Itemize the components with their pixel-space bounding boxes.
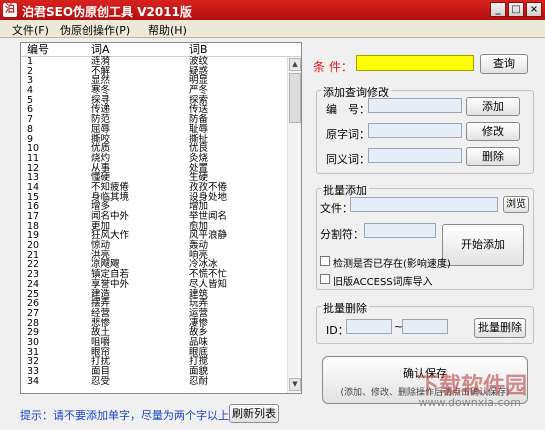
maximize-button[interactable]: □ (508, 2, 524, 17)
id-input[interactable] (368, 98, 462, 113)
table-row[interactable]: 21 洪亮 响亮 (21, 251, 301, 261)
batch-delete-button[interactable]: 批量删除 (474, 318, 526, 338)
tip-text: 提示：请不要添加单字，尽量为两个字以上。 (20, 409, 240, 422)
refresh-list-button[interactable]: 刷新列表 (229, 404, 279, 423)
orig-word-input[interactable] (368, 123, 462, 138)
separator-label: 分割符： (320, 228, 364, 241)
menu-help[interactable]: 帮助(H) (148, 22, 187, 38)
table-row[interactable]: 1 涟漪 波纹 (21, 57, 301, 67)
close-button[interactable]: × (526, 2, 542, 17)
scroll-thumb[interactable] (289, 73, 301, 123)
table-row[interactable]: 18 更加 愈加 (21, 221, 301, 232)
header-word-a[interactable]: 词A (91, 43, 110, 57)
watermark-url: www.downxia.com (418, 396, 521, 409)
table-row[interactable]: 9 撕咬 撕扯 (21, 134, 301, 145)
old-access-checkbox[interactable] (320, 274, 330, 284)
title-bar: 泊 泊君SEO伪原创工具 V2011版 _ □ × (0, 0, 545, 20)
old-access-label: 旧版ACCESS词库导入 (333, 277, 433, 288)
table-row[interactable]: 7 防范 防备 (21, 115, 301, 125)
cell-word-b: 忍耐 (189, 375, 209, 387)
table-row[interactable]: 26 摆弄 玩弄 (21, 299, 301, 309)
cell-word-a: 忍受 (91, 375, 111, 387)
start-add-button[interactable]: 开始添加 (442, 224, 524, 266)
table-row[interactable]: 31 眼帘 眼底 (21, 347, 301, 358)
table-row[interactable]: 27 经营 运营 (21, 309, 301, 319)
app-icon: 泊 (3, 3, 17, 17)
cell-id: 34 (27, 375, 40, 387)
table-row[interactable]: 19 狂风大作 风平浪静 (21, 231, 301, 241)
synonym-label: 同义词： (326, 153, 370, 166)
file-input[interactable] (350, 197, 498, 212)
list-rows: 1 涟漪 波纹 2 不解 疑惑 3 显然 明显 4 寒冬 严冬 5 探寻 探索 6 传递 传送 7 防范 防备 8 屈辱 耻辱… (21, 57, 301, 386)
minimize-button[interactable]: _ (490, 2, 506, 17)
table-row[interactable]: 15 身临其境 设身处地 (21, 192, 301, 203)
table-row[interactable]: 29 故土 故乡 (21, 328, 301, 338)
check-exists-label: 检测是否已存在(影响速度) (333, 259, 451, 270)
batch-add-title: 批量添加 (321, 182, 369, 198)
edit-button[interactable]: 修改 (466, 122, 520, 141)
list-scrollbar[interactable]: ▲ ▼ (287, 57, 301, 393)
list-header: 编号 词A 词B (21, 43, 301, 57)
table-row[interactable]: 12 从事 处置 (21, 163, 301, 174)
menu-pseudo-original[interactable]: 伪原创操作(P) (60, 22, 130, 38)
menu-file[interactable]: 文件(F) (12, 22, 49, 38)
table-row[interactable]: 3 显然 明显 (21, 76, 301, 86)
condition-input[interactable] (356, 55, 474, 71)
word-list[interactable]: 编号 词A 词B 1 涟漪 波纹 2 不解 疑惑 3 显然 明显 4 寒冬 严冬 5 探寻 探索 6 传递 传送 7… (20, 42, 302, 394)
table-row[interactable]: 16 增多 增加 (21, 202, 301, 212)
table-row[interactable]: 2 不解 疑惑 (21, 66, 301, 77)
table-row[interactable]: 20 惊动 轰动 (21, 241, 301, 251)
table-row[interactable]: 6 传递 传送 (21, 105, 301, 115)
table-row[interactable]: 24 享誉中外 尽人皆知 (21, 280, 301, 290)
table-row[interactable]: 33 面目 面貌 (21, 367, 301, 377)
table-row[interactable]: 28 悲惨 凄惨 (21, 318, 301, 329)
window-title: 泊君SEO伪原创工具 V2011版 (22, 5, 192, 19)
condition-label: 条 件： (313, 60, 353, 74)
table-row[interactable]: 23 镇定自若 不慌不忙 (21, 270, 301, 280)
table-row[interactable]: 25 建造 建筑 (21, 289, 301, 300)
synonym-input[interactable] (368, 148, 462, 163)
browse-button[interactable]: 浏览 (503, 196, 529, 213)
menu-bar: 文件(F) 伪原创操作(P) 帮助(H) (0, 20, 545, 38)
table-row[interactable]: 13 懂硬 生硬 (21, 173, 301, 183)
delete-id-from-input[interactable] (346, 319, 392, 334)
table-row[interactable]: 17 闻名中外 举世闻名 (21, 212, 301, 222)
table-row[interactable]: 22 凉飕飕 冷冰冰 (21, 260, 301, 270)
delete-button[interactable]: 删除 (466, 147, 520, 166)
add-button[interactable]: 添加 (466, 97, 520, 116)
table-row[interactable]: 8 屈辱 耻辱 (21, 125, 301, 135)
separator-input[interactable] (364, 223, 436, 238)
table-row[interactable]: 30 咀嚼 品味 (21, 338, 301, 348)
orig-word-label: 原字词： (326, 128, 370, 141)
check-exists-checkbox[interactable] (320, 256, 330, 266)
table-row[interactable]: 34 忍受 忍耐 (21, 375, 301, 387)
id-label: 编 号： (326, 103, 370, 116)
table-row[interactable]: 5 探寻 探索 (21, 96, 301, 106)
batch-delete-title: 批量删除 (321, 300, 369, 316)
table-row[interactable]: 4 寒冬 严冬 (21, 86, 301, 96)
scroll-down-icon[interactable]: ▼ (289, 378, 301, 391)
header-id[interactable]: 编号 (27, 43, 49, 57)
table-row[interactable]: 14 不知疲倦 孜孜不倦 (21, 183, 301, 193)
header-word-b[interactable]: 词B (189, 43, 208, 57)
table-row[interactable]: 11 烧灼 灸烧 (21, 154, 301, 164)
table-row[interactable]: 10 优质 优良 (21, 144, 301, 154)
scroll-up-icon[interactable]: ▲ (289, 58, 301, 71)
file-label: 文件： (320, 202, 353, 215)
query-button[interactable]: 查询 (480, 54, 528, 74)
table-row[interactable]: 32 打扰 打搅 (21, 357, 301, 367)
delete-id-to-input[interactable] (402, 319, 448, 334)
